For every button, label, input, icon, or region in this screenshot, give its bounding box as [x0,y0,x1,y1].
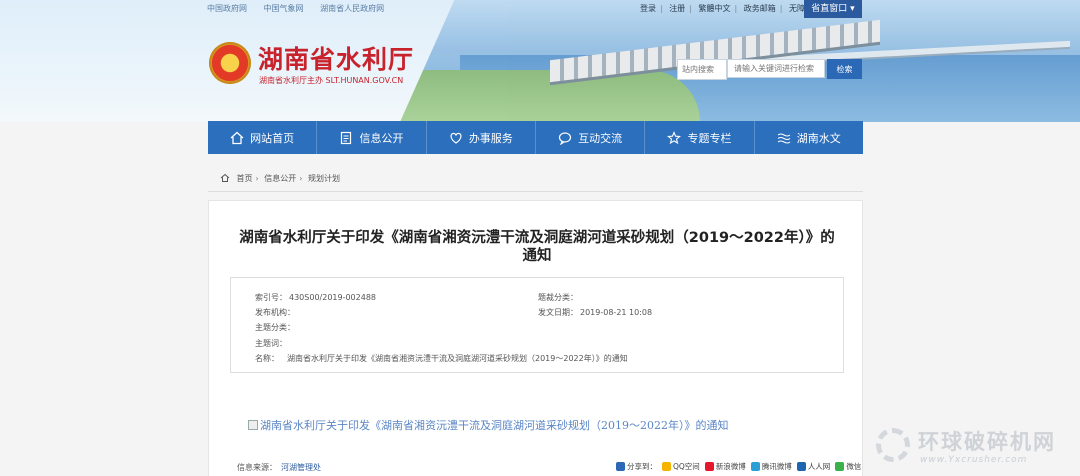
star-icon [667,130,682,144]
watermark-text: 环球破碎机网 [918,430,1056,454]
source-value[interactable]: 河湖管理处 [281,463,321,472]
info-source: 信息来源： 河湖管理处 [237,462,321,473]
nav-info-disclosure[interactable]: 信息公开 [317,121,427,154]
site-name[interactable]: 湖南省水利厅 [258,40,414,76]
meta-index: 索引号： 430S00/2019-002488 [255,292,376,303]
qzone-icon[interactable] [662,462,671,471]
share-renren[interactable]: 人人网 [808,461,831,472]
search-button[interactable]: 检索 [827,59,862,79]
watermark: 环球破碎机网 www.Yxcrusher.com [866,424,1076,474]
meta-keywords-label: 主题词： [255,339,287,348]
meta-topic: 主题分类： [255,322,297,333]
share-tencent-weibo[interactable]: 腾讯微博 [762,461,792,472]
meta-publisher-label: 发布机构： [255,308,295,317]
meta-category: 题裁分类： [538,292,580,303]
nav-label: 湖南水文 [796,131,841,145]
share-sina-weibo[interactable]: 新浪微博 [716,461,746,472]
utility-links: 登录| 注册| 繁體中文| 政务邮箱| 无障碍通道 [638,3,831,14]
home-icon [220,173,230,182]
top-link-province[interactable]: 湖南省人民政府网 [320,4,384,13]
broken-image-icon [248,420,258,430]
top-link-weather[interactable]: 中国气象网 [264,4,304,13]
article-title-line1: 湖南省水利厅关于印发《湖南省湘资沅澧干流及洞庭湖河道采砂规划（2019～2022… [239,230,835,246]
share-icon [616,462,625,471]
article-title: 湖南省水利厅关于印发《湖南省湘资沅澧干流及洞庭湖河道采砂规划（2019～2022… [231,229,843,265]
attachment-alt-text: 湖南省水利厅关于印发《湖南省湘资沅澧干流及洞庭湖河道采砂规划（2019～2022… [260,419,729,432]
meta-publisher: 发布机构： [255,307,297,318]
nav-interaction[interactable]: 互动交流 [536,121,646,154]
meta-name: 名称： 湖南省水利厅关于印发《湖南省湘资沅澧干流及洞庭湖河道采砂规划（2019～2… [255,353,628,364]
share-qzone[interactable]: QQ空间 [673,461,700,472]
article-panel: 湖南省水利厅关于印发《湖南省湘资沅澧干流及洞庭湖河道采砂规划（2019～2022… [208,200,863,476]
national-emblem-logo [209,42,251,84]
breadcrumb-planning[interactable]: 规划计划 [308,174,340,183]
nav-label: 办事服务 [468,131,513,145]
meta-keywords: 主题词： [255,338,289,349]
nav-services[interactable]: 办事服务 [427,121,536,154]
portal-window-button[interactable]: 省直窗口 ▾ [804,0,862,18]
meta-date-label: 发文日期： [538,308,578,317]
search-input[interactable] [727,59,825,78]
meta-date-value: 2019-08-21 10:08 [580,308,653,317]
site-subtitle: 湖南省水利厅主办 SLT.HUNAN.GOV.CN [259,76,404,85]
chevron-down-icon: ▾ [850,4,855,14]
home-icon [230,131,244,144]
traditional-chinese-link[interactable]: 繁體中文 [699,4,731,13]
heart-icon [450,132,462,144]
login-link[interactable]: 登录 [640,4,656,13]
wechat-icon[interactable] [835,462,845,471]
nav-topics[interactable]: 专题专栏 [645,121,755,154]
meta-index-value: 430S00/2019-002488 [289,293,377,302]
site-header: 中国政府网 中国气象网 湖南省人民政府网 登录 | 注册 | 繁體中文 | 政务邮箱 |… [0,0,1080,122]
document-metadata-table: 索引号： 430S00/2019-002488 题裁分类： 发布机构： 发文日期：… [230,277,844,373]
breadcrumb-home[interactable]: 首页 [237,174,253,183]
nav-hydrology[interactable]: 湖南水文 [755,121,863,154]
nav-home[interactable]: 网站首页 [208,121,318,154]
attachment-image-link[interactable]: 湖南省水利厅关于印发《湖南省湘资沅澧干流及洞庭湖河道采砂规划（2019～2022… [248,417,729,433]
gear-icon [876,428,910,462]
meta-category-label: 题裁分类： [538,293,578,302]
top-links: 中国政府网 中国气象网 湖南省人民政府网 [207,3,398,17]
tencent-weibo-icon[interactable] [750,462,760,471]
nav-label: 互动交流 [578,131,623,145]
nav-label: 信息公开 [359,131,404,145]
meta-index-label: 索引号： [255,293,287,302]
chat-icon [559,131,572,145]
main-nav: 网站首页 信息公开 办事服务 互动交流 专题专栏 湖南水文 [208,121,863,154]
breadcrumb: 首页 › 信息公开 › 规划计划 [208,167,863,192]
meta-name-value: 湖南省水利厅关于印发《湖南省湘资沅澧干流及洞庭湖河道采砂规划（2019～2022… [287,354,628,363]
top-link-gov[interactable]: 中国政府网 [207,4,247,13]
meta-topic-label: 主题分类： [255,323,295,332]
share-label: 分享到： [627,462,657,471]
breadcrumb-info-disclosure[interactable]: 信息公开 [264,174,296,183]
share-bar: 分享到： QQ空间 新浪微博 腾讯微博 人人网 微信 [613,461,861,472]
gov-mail-link[interactable]: 政务邮箱 [744,4,776,13]
article-title-line2: 通知 [522,248,552,264]
nav-label: 网站首页 [250,131,295,145]
wave-icon [777,132,791,144]
nav-label: 专题专栏 [687,131,732,145]
sina-weibo-icon[interactable] [704,462,714,471]
renren-icon[interactable] [796,462,806,471]
meta-name-label: 名称： [255,354,279,363]
search-scope-select[interactable]: 站内搜索 [677,59,727,80]
portal-window-label: 省直窗口 [811,4,848,14]
meta-date: 发文日期： 2019-08-21 10:08 [538,307,652,318]
document-icon [341,131,352,144]
source-label: 信息来源： [237,463,277,472]
share-wechat[interactable]: 微信 [846,461,861,472]
watermark-url: www.Yxcrusher.com [920,455,1028,465]
register-link[interactable]: 注册 [669,4,685,13]
